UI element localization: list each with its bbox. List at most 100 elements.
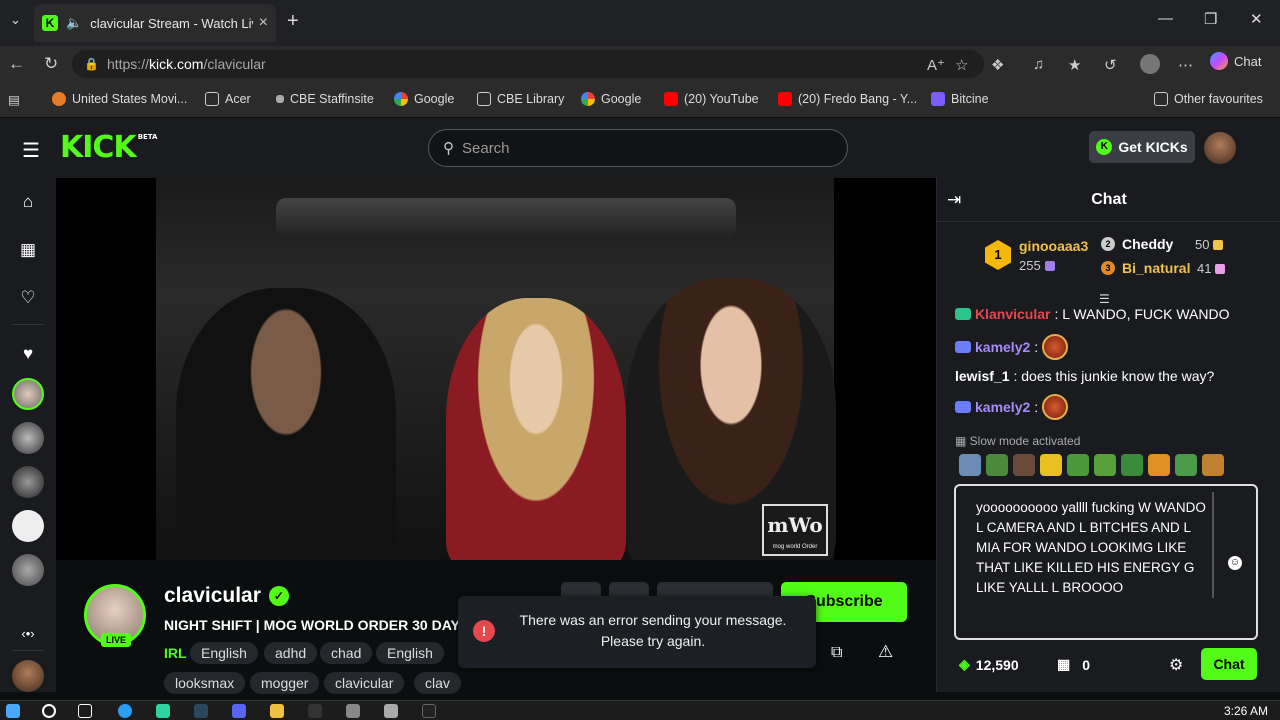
bookmark-item[interactable]: CBE Library [477,92,564,106]
new-tab-button[interactable]: + [287,10,299,33]
tag[interactable]: English [376,642,444,664]
emoji-picker-icon[interactable]: ☺ [1228,556,1242,570]
video-player[interactable]: mWo mog world Order [56,178,936,560]
more-icon[interactable]: ⋯ [1178,56,1193,74]
bookmark-item[interactable]: (20) YouTube [664,92,759,106]
tag[interactable]: clav [414,672,461,694]
bookmark-item[interactable]: (20) Fredo Bang - Y... [778,92,917,106]
bookmark-item[interactable]: Google [394,92,454,106]
other-favourites[interactable]: Other favourites [1154,92,1263,106]
share-icon[interactable]: ⧉ [831,644,842,662]
close-tab-icon[interactable]: × [259,14,268,32]
tag[interactable]: English [190,642,258,664]
back-icon[interactable]: ← [8,54,25,74]
file-explorer-icon[interactable] [270,704,284,718]
chat-username[interactable]: Klanvicular [975,306,1050,322]
minimize-icon[interactable]: — [1158,10,1173,27]
emote-icon[interactable] [959,454,981,476]
browse-icon[interactable]: ▦ [17,240,39,260]
following-icon[interactable]: ♡ [17,288,39,308]
expand-sidebar-icon[interactable]: ‹•› [17,626,39,641]
extensions-icon[interactable]: ❖ [991,56,1004,74]
history-icon[interactable]: ↺ [1104,56,1117,74]
browser-tab[interactable]: K 🔈 clavicular Stream - Watch Live × [34,4,276,42]
report-warning-icon[interactable]: ⚠ [878,642,893,662]
tag[interactable]: chad [320,642,373,664]
tag[interactable]: adhd [264,642,318,664]
emote-icon[interactable] [1067,454,1089,476]
emote-icon[interactable] [1121,454,1143,476]
box-counter[interactable]: ▦ 0 [1057,656,1090,673]
copilot-chat-button[interactable]: Chat [1210,52,1261,70]
tag[interactable]: looksmax [164,672,246,694]
steam-icon[interactable] [194,704,208,718]
kick-app-icon[interactable] [156,704,170,718]
emote-icon[interactable] [1094,454,1116,476]
speaker-icon[interactable]: 🔈 [66,15,82,31]
taskbar-clock[interactable]: 3:26 AM [1224,704,1268,718]
bookmark-item[interactable]: United States Movi... [52,92,187,106]
current-user-avatar[interactable] [12,660,44,692]
emote-icon[interactable] [986,454,1008,476]
tag[interactable]: clavicular [324,672,405,694]
url-field[interactable]: 🔒 https://kick.com/clavicular [72,50,984,78]
followed-channel-avatar[interactable] [12,554,44,586]
refresh-icon[interactable]: ↻ [44,54,58,74]
followed-channel-avatar[interactable] [12,466,44,498]
taskbar-search-icon[interactable] [42,704,56,718]
emote-icon[interactable] [1202,454,1224,476]
tab-actions-icon[interactable]: ⌄ [10,12,21,28]
emote-icon[interactable] [1148,454,1170,476]
leader-name[interactable]: Bi_natural [1122,260,1190,276]
chat-username[interactable]: kamely2 [975,339,1030,355]
bookmarks-menu-icon[interactable]: ▤ [8,92,20,107]
followed-channel-avatar[interactable] [12,378,44,410]
task-view-icon[interactable] [78,704,92,718]
store-icon[interactable] [384,704,398,718]
bookmark-item[interactable]: CBE Staffinsite [276,92,374,106]
menu-icon[interactable]: ☰ [22,138,40,163]
leader-name[interactable]: ginooaaa3 [1019,238,1088,254]
restore-icon[interactable]: ❐ [1204,10,1217,28]
discord-icon[interactable] [232,704,246,718]
chat-username[interactable]: lewisf_1 [955,368,1009,384]
kick-logo[interactable]: KICK BETA [60,130,157,165]
profile-icon[interactable] [1140,54,1160,74]
tag[interactable]: mogger [250,672,320,694]
followed-channel-avatar[interactable] [12,422,44,454]
category-link[interactable]: IRL [164,645,187,661]
emote-icon[interactable] [1013,454,1035,476]
bookmark-item[interactable]: Google [581,92,641,106]
chat-message: Klanvicular: L WANDO, FUCK WANDO [955,306,1229,322]
channel-points[interactable]: ◈ 12,590 [959,656,1019,673]
bookmark-item[interactable]: Acer [205,92,251,106]
chat-settings-gear-icon[interactable]: ⚙ [1169,655,1183,675]
favorites-icon[interactable]: ★ [1068,56,1081,74]
close-window-icon[interactable]: ✕ [1250,10,1263,28]
start-icon[interactable] [6,704,20,718]
chat-username[interactable]: kamely2 [975,399,1030,415]
error-message: There was an error sending your message.… [508,610,798,652]
expand-leaderboard-icon[interactable]: ☰ [1099,292,1110,306]
bookmark-label: Bitcine [951,92,989,106]
favorite-star-icon[interactable]: ☆ [955,56,968,74]
home-icon[interactable]: ⌂ [17,192,39,212]
chat-input-scrollbar[interactable] [1212,492,1214,598]
get-kicks-button[interactable]: K Get KICKs [1089,131,1195,163]
bookmark-item[interactable]: Bitcine [931,92,989,106]
edge-icon[interactable] [118,704,132,718]
terminal-icon[interactable] [422,704,436,718]
chat-input[interactable]: yoooooooooo yallll fucking W WANDO L CAM… [954,484,1258,640]
media-icon[interactable]: ♫ [1033,56,1044,73]
leader-name[interactable]: Cheddy [1122,236,1173,252]
emote-icon[interactable] [1040,454,1062,476]
send-chat-button[interactable]: Chat [1201,648,1257,680]
channel-name[interactable]: clavicular ✓ [164,584,289,608]
epic-games-icon[interactable] [308,704,322,718]
followed-channel-avatar[interactable] [12,510,44,542]
emote-icon[interactable] [1175,454,1197,476]
user-avatar[interactable] [1204,132,1236,164]
app-icon[interactable] [346,704,360,718]
read-aloud-icon[interactable]: A⁺ [927,56,945,74]
search-input[interactable]: ⚲ Search [428,129,848,167]
